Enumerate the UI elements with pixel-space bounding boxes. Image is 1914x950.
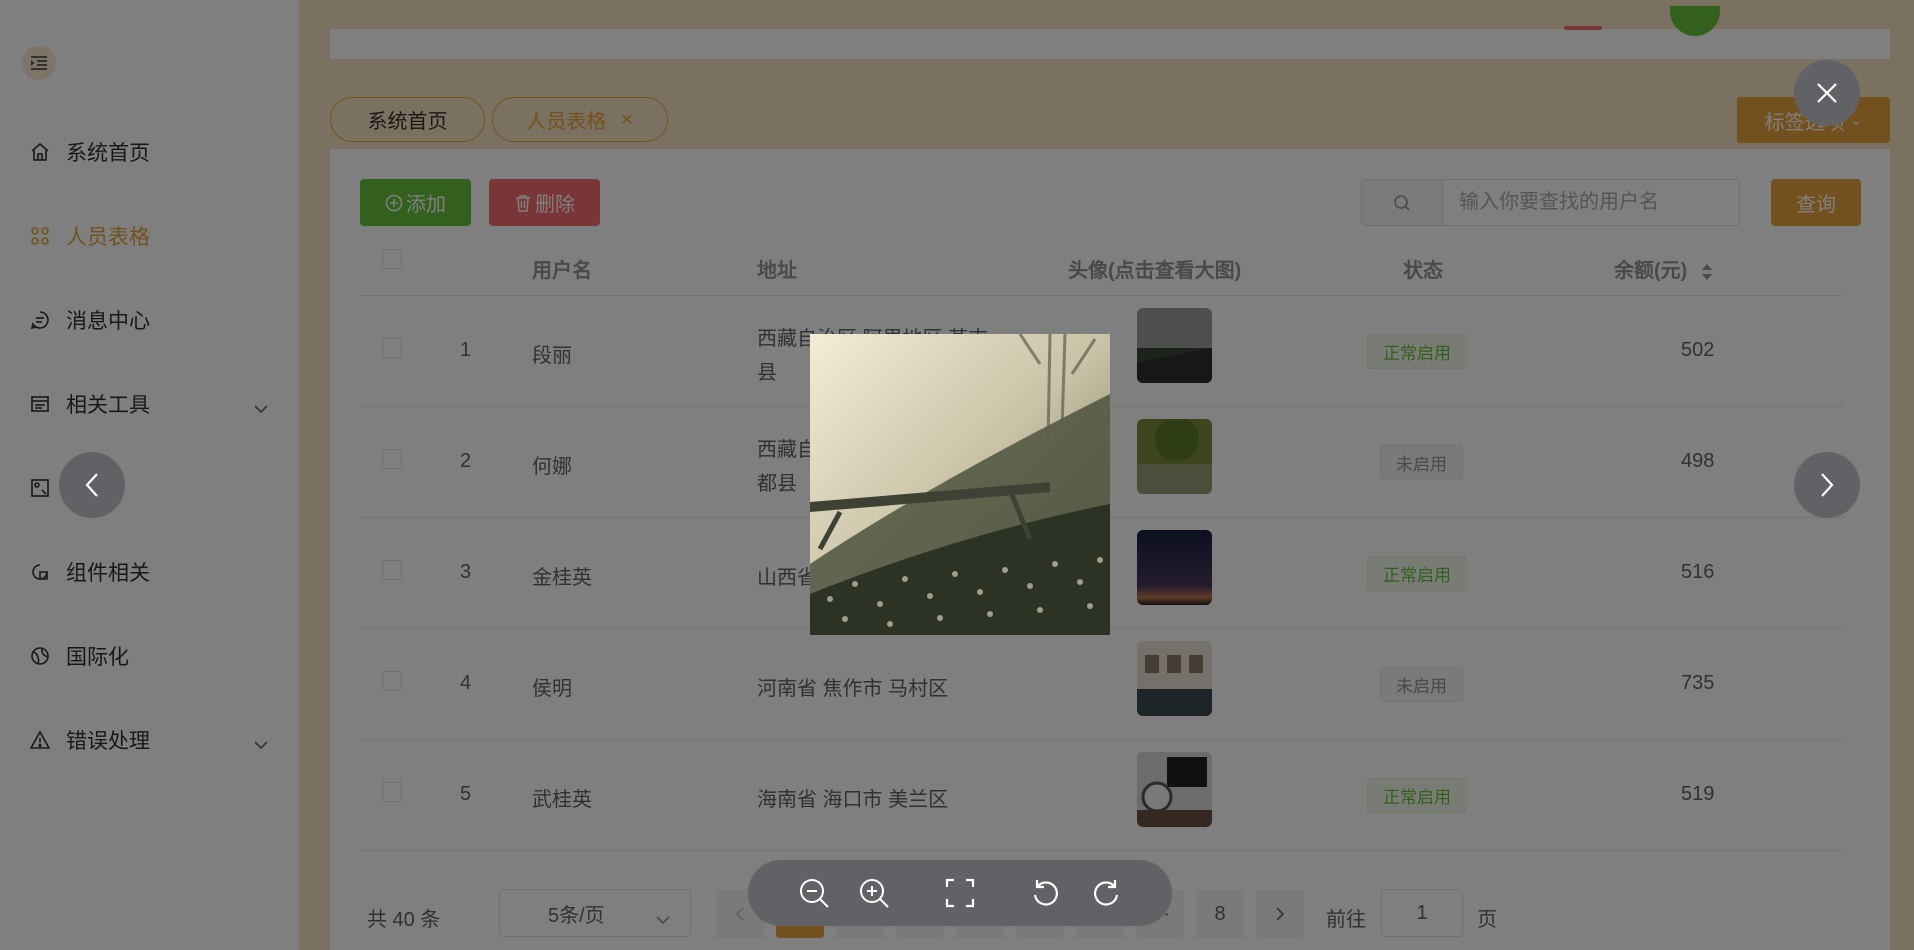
- chevron-left-icon: [85, 473, 98, 497]
- rotate-left-button[interactable]: [1029, 876, 1063, 910]
- rotate-right-icon: [1094, 880, 1119, 906]
- zoom-in-icon: [860, 879, 889, 908]
- close-icon: [1817, 83, 1837, 103]
- preview-image: [810, 334, 1110, 635]
- zoom-in-button[interactable]: [857, 876, 891, 910]
- viewer-close-button[interactable]: [1794, 60, 1860, 126]
- rotate-left-icon: [1033, 880, 1058, 906]
- viewer-prev-button[interactable]: [59, 452, 125, 518]
- viewer-next-button[interactable]: [1794, 452, 1860, 518]
- fullscreen-icon: [945, 878, 975, 908]
- viewer-actions-bar: [748, 860, 1172, 926]
- chevron-right-icon: [1821, 473, 1834, 497]
- zoom-out-button[interactable]: [797, 876, 831, 910]
- rotate-right-button[interactable]: [1089, 876, 1123, 910]
- fullscreen-button[interactable]: [943, 876, 977, 910]
- zoom-out-icon: [800, 879, 829, 908]
